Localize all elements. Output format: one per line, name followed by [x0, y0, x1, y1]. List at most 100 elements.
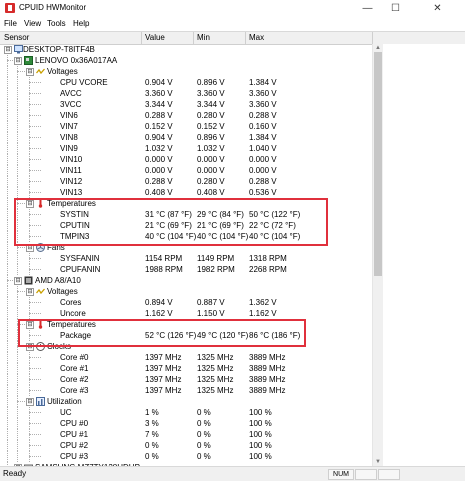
tree-connector: [29, 412, 41, 413]
tree-connector: [17, 440, 18, 451]
tree-node[interactable]: ⊟ LENOVO 0x36A017AA: [0, 55, 372, 66]
tree-node[interactable]: ⊟ DESKTOP-T8ITF4B: [0, 44, 372, 55]
column-value[interactable]: Value: [145, 33, 165, 42]
collapse-toggle[interactable]: ⊟: [26, 68, 34, 76]
tree-connector: [17, 374, 18, 385]
sensor-row[interactable]: VIN8 0.904 V 0.896 V 1.384 V: [0, 132, 372, 143]
sensor-row[interactable]: CPU VCORE 0.904 V 0.896 V 1.384 V: [0, 77, 372, 88]
collapse-toggle[interactable]: ⊟: [26, 288, 34, 296]
collapse-toggle[interactable]: ⊟: [14, 277, 22, 285]
column-min[interactable]: Min: [197, 33, 210, 42]
column-divider[interactable]: [193, 32, 194, 44]
sensor-row[interactable]: VIN6 0.288 V 0.280 V 0.288 V: [0, 110, 372, 121]
sensor-label: VIN6: [60, 111, 78, 120]
sensor-row[interactable]: Core #0 1397 MHz 1325 MHz 3889 MHz: [0, 352, 372, 363]
tree-connector: [29, 418, 30, 429]
tree-connector: [29, 170, 41, 171]
sensor-value: 1397 MHz: [145, 364, 182, 373]
sensor-max: 3889 MHz: [249, 353, 286, 362]
sensor-label: CPU #1: [60, 430, 89, 439]
status-panel: [378, 469, 400, 480]
column-header: Sensor Value Min Max: [0, 31, 465, 45]
scroll-up-arrow[interactable]: ▲: [374, 44, 382, 52]
sensor-max: 1.384 V: [249, 78, 277, 87]
sensor-max: 3889 MHz: [249, 386, 286, 395]
menu-tools[interactable]: Tools: [47, 19, 66, 28]
column-divider[interactable]: [372, 32, 373, 44]
sensor-row[interactable]: CPU #3 0 % 0 % 100 %: [0, 451, 372, 462]
sensor-row[interactable]: Core #3 1397 MHz 1325 MHz 3889 MHz: [0, 385, 372, 396]
sensor-row[interactable]: Cores 0.894 V 0.887 V 1.362 V: [0, 297, 372, 308]
minimize-button[interactable]: —: [354, 0, 381, 17]
tree-connector: [29, 253, 30, 264]
collapse-toggle[interactable]: ⊟: [14, 57, 22, 65]
tree-connector: [7, 154, 8, 165]
sensor-max: 0.288 V: [249, 177, 277, 186]
sensor-row[interactable]: AVCC 3.360 V 3.360 V 3.360 V: [0, 88, 372, 99]
sensor-label: 3VCC: [60, 100, 82, 109]
tree-connector: [29, 110, 30, 121]
sensor-min: 0.280 V: [197, 111, 225, 120]
close-button[interactable]: ✕: [410, 0, 465, 17]
tree-connector: [29, 181, 41, 182]
sensor-min: 1325 MHz: [197, 353, 234, 362]
sensor-row[interactable]: VIN10 0.000 V 0.000 V 0.000 V: [0, 154, 372, 165]
sensor-min: 0.000 V: [197, 155, 225, 164]
vertical-scrollbar[interactable]: ▲ ▼: [372, 44, 383, 466]
collapse-toggle[interactable]: ⊟: [26, 398, 34, 406]
sensor-min: 0.408 V: [197, 188, 225, 197]
sensor-row[interactable]: CPUFANIN 1988 RPM 1982 RPM 2268 RPM: [0, 264, 372, 275]
menu-help[interactable]: Help: [73, 19, 89, 28]
sensor-min: 0.152 V: [197, 122, 225, 131]
menu-file[interactable]: File: [4, 19, 17, 28]
sensor-label: VIN12: [60, 177, 83, 186]
column-sensor[interactable]: Sensor: [4, 33, 29, 42]
sensor-row[interactable]: SYSFANIN 1154 RPM 1149 RPM 1318 RPM: [0, 253, 372, 264]
sensor-row[interactable]: 3VCC 3.344 V 3.344 V 3.360 V: [0, 99, 372, 110]
sensor-label: CPU VCORE: [60, 78, 108, 87]
sensor-label: VIN13: [60, 188, 83, 197]
tree-connector: [17, 308, 18, 319]
sensor-row[interactable]: CPU #2 0 % 0 % 100 %: [0, 440, 372, 451]
status-bar: Ready NUM: [0, 466, 465, 481]
menu-view[interactable]: View: [24, 19, 41, 28]
tree-node[interactable]: ⊟ AMD A8/A10: [0, 275, 372, 286]
column-divider[interactable]: [141, 32, 142, 44]
tree-connector: [29, 390, 41, 391]
maximize-button[interactable]: ☐: [382, 0, 409, 17]
sensor-label: VIN7: [60, 122, 78, 131]
sensor-row[interactable]: VIN7 0.152 V 0.152 V 0.160 V: [0, 121, 372, 132]
column-divider[interactable]: [245, 32, 246, 44]
tree-connector: [17, 451, 18, 462]
sensor-row[interactable]: CPU #1 7 % 0 % 100 %: [0, 429, 372, 440]
scrollbar-thumb[interactable]: [374, 52, 382, 276]
sensor-row[interactable]: Core #1 1397 MHz 1325 MHz 3889 MHz: [0, 363, 372, 374]
column-max[interactable]: Max: [249, 33, 264, 42]
tree-connector: [7, 220, 8, 231]
tree-connector: [7, 242, 8, 253]
tree-connector: [7, 198, 8, 209]
sensor-tree[interactable]: ⊟ DESKTOP-T8ITF4B ⊟ LENOVO 0x36A017AA ⊟ Volta…: [0, 44, 372, 466]
sensor-max: 100 %: [249, 452, 272, 461]
sensor-value: 0.894 V: [145, 298, 173, 307]
tree-connector: [29, 357, 41, 358]
voltage-icon: [36, 287, 45, 296]
sensor-row[interactable]: VIN11 0.000 V 0.000 V 0.000 V: [0, 165, 372, 176]
scroll-down-arrow[interactable]: ▼: [374, 458, 382, 466]
sensor-row[interactable]: Core #2 1397 MHz 1325 MHz 3889 MHz: [0, 374, 372, 385]
sensor-row[interactable]: VIN12 0.288 V 0.280 V 0.288 V: [0, 176, 372, 187]
sensor-row[interactable]: CPU #0 3 % 0 % 100 %: [0, 418, 372, 429]
collapse-toggle[interactable]: ⊟: [4, 46, 12, 54]
tree-connector: [7, 418, 8, 429]
tree-node[interactable]: ⊟ Utilization: [0, 396, 372, 407]
tree-node[interactable]: ⊟ Voltages: [0, 286, 372, 297]
tree-node[interactable]: ⊟ Voltages: [0, 66, 372, 77]
tree-connector: [29, 297, 30, 308]
sensor-row[interactable]: Uncore 1.162 V 1.150 V 1.162 V: [0, 308, 372, 319]
sensor-row[interactable]: UC 1 % 0 % 100 %: [0, 407, 372, 418]
sensor-min: 1325 MHz: [197, 375, 234, 384]
sensor-row[interactable]: VIN9 1.032 V 1.032 V 1.040 V: [0, 143, 372, 154]
sensor-row[interactable]: VIN13 0.408 V 0.408 V 0.536 V: [0, 187, 372, 198]
sensor-max: 0.288 V: [249, 111, 277, 120]
sensor-label: SYSFANIN: [60, 254, 100, 263]
